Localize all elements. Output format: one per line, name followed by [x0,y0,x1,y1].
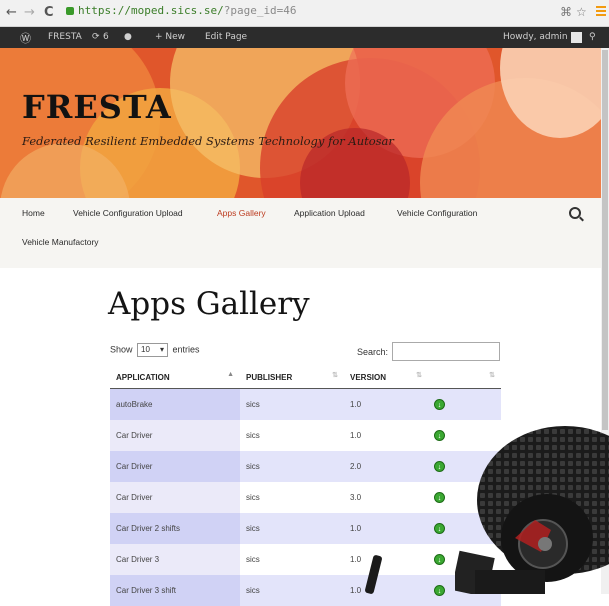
cell-application: Car Driver 3 shift [110,575,240,606]
comments-icon[interactable]: ● [124,32,132,42]
howdy-user[interactable]: Howdy, admin [503,32,568,42]
table-row: Car Driver sics 2.0 ↓ [110,451,501,482]
cell-version: 1.0 [344,544,428,575]
cell-application: Car Driver 3 [110,544,240,575]
page-title: Apps Gallery [108,286,310,322]
cell-application: Car Driver 2 shifts [110,513,240,544]
browser-toolbar: ← → C https://moped.sics.se/?page_id=46 … [0,0,609,27]
column-header-version[interactable]: VERSION ⇅ [344,366,428,389]
site-tagline: Federated Resilient Embedded Systems Tec… [22,134,394,148]
download-icon[interactable]: ↓ [434,492,445,503]
forward-button[interactable]: → [24,5,35,20]
cell-publisher: sics [240,544,344,575]
cell-publisher: sics [240,482,344,513]
edit-page-link[interactable]: Edit Page [205,32,247,42]
table-header-row: APPLICATION ▲ PUBLISHER ⇅ VERSION ⇅ ⇅ [110,366,501,389]
table-row: Car Driver 3 sics 1.0 ↓ [110,544,501,575]
download-icon[interactable]: ↓ [434,554,445,565]
table-row: Car Driver sics 3.0 ↓ [110,482,501,513]
table-row: Car Driver sics 1.0 ↓ [110,420,501,451]
primary-nav: Home Vehicle Configuration Upload Apps G… [0,198,609,268]
table-row: autoBrake sics 1.0 ↓ [110,388,501,420]
avatar[interactable] [571,32,582,43]
column-header-publisher[interactable]: PUBLISHER ⇅ [240,366,344,389]
car-wheel-photo [455,420,609,594]
updates-count[interactable]: 6 [103,32,109,42]
cell-version: 1.0 [344,420,428,451]
table-row: Car Driver 2 shifts sics 1.0 ↓ [110,513,501,544]
site-title[interactable]: FRESTA [22,88,172,126]
back-button[interactable]: ← [6,5,17,20]
updates-icon[interactable]: ⟳ [92,32,100,42]
cell-publisher: sics [240,420,344,451]
lock-icon [66,7,74,15]
nav-item-apps-gallery[interactable]: Apps Gallery [217,208,266,218]
site-header: FRESTA Federated Resilient Embedded Syst… [0,48,609,198]
reload-button[interactable]: C [44,5,54,20]
entries-select[interactable]: 10 [137,343,169,357]
url-path: ?page_id=46 [223,4,297,17]
column-header-application[interactable]: APPLICATION ▲ [110,366,240,389]
cell-application: autoBrake [110,388,240,420]
table-row: Car Driver 3 shift sics 1.0 ↓ [110,575,501,606]
nav-item-vehicle-manufactory[interactable]: Vehicle Manufactory [22,237,99,247]
address-bar[interactable]: https://moped.sics.se/?page_id=46 [78,4,297,17]
cell-publisher: sics [240,388,344,420]
search-label: Search: [357,347,389,357]
scrollbar-thumb[interactable] [602,50,608,430]
nav-item-home[interactable]: Home [22,208,45,218]
entries-label: entries [172,344,200,355]
nav-item-application-upload[interactable]: Application Upload [294,208,365,218]
download-icon[interactable]: ↓ [434,399,445,410]
admin-site-link[interactable]: FRESTA [48,32,82,42]
download-icon[interactable]: ↓ [434,430,445,441]
search-input[interactable] [392,342,500,361]
browser-menu-icon[interactable] [596,6,606,8]
cell-application: Car Driver [110,482,240,513]
cell-version: 1.0 [344,513,428,544]
bookmark-star-icon[interactable]: ☆ [576,5,587,19]
cell-publisher: sics [240,513,344,544]
search-icon[interactable] [569,207,581,219]
cell-version: 1.0 [344,575,428,606]
wordpress-logo-icon[interactable]: Ⓦ [20,30,31,46]
translate-icon[interactable]: ⌘ [560,5,572,19]
nav-item-vehicle-configuration-upload[interactable]: Vehicle Configuration Upload [73,208,183,218]
entries-control: Show 10 entries [110,343,200,357]
download-icon[interactable]: ↓ [434,523,445,534]
download-icon[interactable]: ↓ [434,461,445,472]
cell-application: Car Driver [110,451,240,482]
show-label: Show [110,344,133,355]
cell-publisher: sics [240,575,344,606]
admin-bar: Ⓦ FRESTA ⟳ 6 ● + New Edit Page Howdy, ad… [0,27,609,48]
cell-version: 3.0 [344,482,428,513]
new-content-link[interactable]: + New [155,32,185,42]
admin-search-icon[interactable]: ⚲ [589,32,596,42]
cell-application: Car Driver [110,420,240,451]
url-host: https://moped.sics.se/ [78,4,224,17]
nav-item-vehicle-configuration[interactable]: Vehicle Configuration [397,208,477,218]
cell-version: 2.0 [344,451,428,482]
cell-version: 1.0 [344,388,428,420]
apps-table: APPLICATION ▲ PUBLISHER ⇅ VERSION ⇅ ⇅ autoB… [110,366,501,606]
column-header-action[interactable]: ⇅ [428,366,501,389]
cell-publisher: sics [240,451,344,482]
download-icon[interactable]: ↓ [434,585,445,596]
